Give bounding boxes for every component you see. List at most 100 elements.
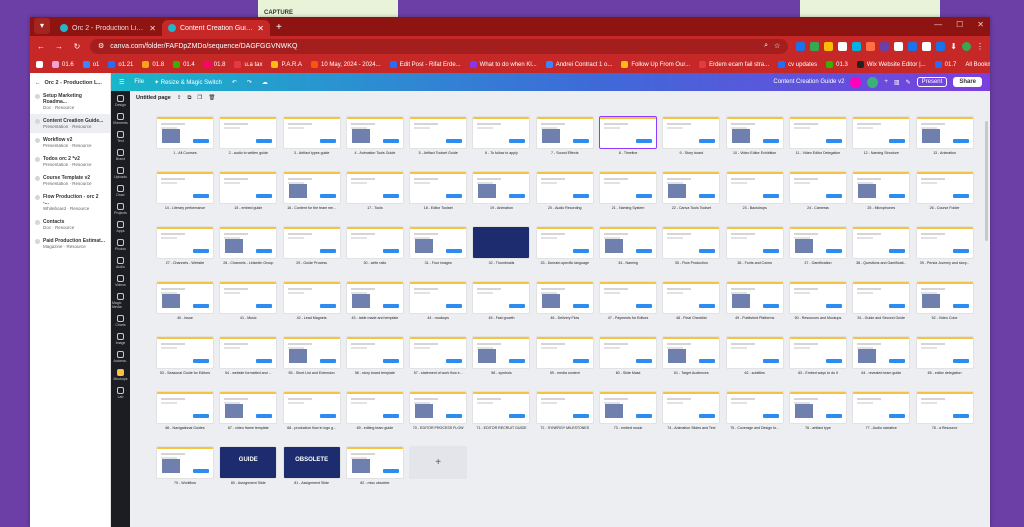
page-thumbnail[interactable]: 11 - Video Editor Delegation: [788, 116, 847, 156]
page-thumbnail[interactable]: 4 - Animation Tools Guide: [345, 116, 404, 156]
rail-item-elements[interactable]: Elements: [112, 113, 129, 125]
bookmark-star-icon[interactable]: ☆: [774, 42, 780, 50]
forward-icon[interactable]: →: [54, 42, 64, 51]
page-thumbnail[interactable]: 20 - Audio Recording: [535, 171, 594, 211]
rail-item-text[interactable]: Text: [112, 131, 129, 143]
rail-item-apps[interactable]: Apps: [112, 221, 129, 233]
bookmark-item[interactable]: 01.8: [142, 61, 164, 68]
page-thumbnail[interactable]: 10 - Video Editor Exhibition: [725, 116, 784, 156]
page-thumbnail[interactable]: 17 - Tools: [345, 171, 404, 211]
page-thumbnail[interactable]: 65 - editor delegation: [915, 336, 974, 376]
extension-icon[interactable]: [852, 41, 862, 51]
rail-item-brand[interactable]: Brand: [112, 149, 129, 161]
bookmark-item[interactable]: What to do when Kl...: [469, 61, 537, 68]
download-icon[interactable]: ⬇: [950, 42, 957, 51]
tab-content-guide[interactable]: Content Creation Guide v2 | Orc 2 ✕: [162, 20, 270, 36]
page-thumbnail[interactable]: 7 - Sound Effects: [535, 116, 594, 156]
page-thumbnail[interactable]: 48 - Final Checklist: [662, 281, 721, 321]
page-thumbnail[interactable]: 5 - Artifact Toolset Guide: [409, 116, 468, 156]
page-thumbnail[interactable]: 51 - Guide and Second Guide: [852, 281, 911, 321]
page-thumbnail[interactable]: 36 - Fonts and Colors: [725, 226, 784, 266]
page-thumbnail[interactable]: 52 - Video Color: [915, 281, 974, 321]
extension-icon[interactable]: [908, 41, 918, 51]
page-thumbnail[interactable]: 32 - Thumbnails: [472, 226, 531, 266]
page-thumbnail[interactable]: 60 - Slide Mask: [599, 336, 658, 376]
profile-avatar[interactable]: [962, 41, 971, 51]
bookmark-item[interactable]: cv updates: [778, 61, 817, 68]
page-thumbnail[interactable]: 56 - story board template: [345, 336, 404, 376]
page-thumbnail[interactable]: 49 - Published Platforms: [725, 281, 784, 321]
page-thumbnail[interactable]: 45 - Fast growth: [472, 281, 531, 321]
rail-item-charts[interactable]: Charts: [112, 315, 129, 327]
add-page-button[interactable]: +: [409, 446, 468, 486]
minimize-icon[interactable]: —: [934, 20, 942, 29]
page-thumbnail[interactable]: 73 - embed music: [599, 391, 658, 431]
folder-item[interactable]: Content Creation Guide... Presentation · …: [30, 114, 110, 133]
page-thumbnail[interactable]: 66 - Navigational Guides: [156, 391, 214, 431]
page-thumbnail[interactable]: 69 - editing team guide: [345, 391, 404, 431]
page-thumbnail[interactable]: 33 - Domain-specific language: [535, 226, 594, 266]
page-thumbnail[interactable]: 70 - EDITOR PROCESS FLOW: [409, 391, 468, 431]
page-thumbnail[interactable]: 9 - Story board: [662, 116, 721, 156]
page-thumbnail[interactable]: 25 - Microphones: [852, 171, 911, 211]
page-thumbnail[interactable]: 72 - SYNERGY MILESTONES: [535, 391, 594, 431]
page-thumbnail[interactable]: 53 - Seasonal Guide for Editors: [156, 336, 214, 376]
page-thumbnail[interactable]: 50 - Resources and Mockups: [788, 281, 847, 321]
rail-item-draw[interactable]: Draw: [112, 185, 129, 197]
bookmark-item[interactable]: u.a tax: [234, 61, 262, 68]
file-menu[interactable]: File: [134, 79, 144, 85]
page-thumbnail[interactable]: 14 - Literary performance: [156, 171, 214, 211]
bookmark-item[interactable]: 01.3: [826, 61, 848, 68]
page-thumbnail[interactable]: 57 - statement of work flow e...: [409, 336, 468, 376]
page-thumbnail[interactable]: 74 - Animation Slides and Text: [662, 391, 721, 431]
folder-item[interactable]: Setup Marketing Roadma... Doc · Resource: [30, 89, 110, 114]
page-thumbnail[interactable]: 2 - audio to written guide: [219, 116, 278, 156]
page-thumbnail[interactable]: 71 - EDITOR RECRUIT GUIDE: [472, 391, 531, 431]
extension-icon[interactable]: [936, 41, 946, 51]
page-thumbnail[interactable]: 23 - Backdrops: [725, 171, 784, 211]
folder-item[interactable]: Todos orc 2 *v2 Presentation · Resource: [30, 152, 110, 171]
page-thumbnail[interactable]: 37 - Gamification: [788, 226, 847, 266]
resize-button[interactable]: ✦ Resize & Magic Switch: [154, 79, 222, 86]
document-title[interactable]: Content Creation Guide v2: [773, 79, 844, 85]
page-thumbnail[interactable]: 61 - Target Audiences: [662, 336, 721, 376]
folder-item[interactable]: Course Template v2 Presentation · Resourc…: [30, 171, 110, 190]
page-thumbnail[interactable]: 63 - Embed ways to do it: [788, 336, 847, 376]
rail-item-magic-media[interactable]: Magic Media: [112, 293, 129, 309]
page-thumbnail[interactable]: OBSOLETE 81 - Assignment Slide: [282, 446, 341, 486]
scrollbar[interactable]: [985, 121, 988, 241]
page-thumbnail[interactable]: 15 - embed guide: [219, 171, 278, 211]
duplicate-icon[interactable]: ⧉: [187, 95, 191, 102]
reload-icon[interactable]: ↻: [72, 42, 82, 51]
rail-item-mockups[interactable]: Mockups: [112, 369, 129, 381]
page-thumbnail[interactable]: 28 - Channels - LinkedIn Group: [219, 226, 278, 266]
close-icon[interactable]: ✕: [149, 24, 156, 33]
page-thumbnail[interactable]: 79 - Workflow: [156, 446, 214, 486]
rail-item-projects[interactable]: Projects: [112, 203, 129, 215]
rail-item-image[interactable]: Image: [112, 333, 129, 345]
page-thumbnail[interactable]: 29 - Guide Process: [282, 226, 341, 266]
rail-item-videos[interactable]: Videos: [112, 275, 129, 287]
bookmark-item[interactable]: 10 May, 2024 - 2024...: [311, 61, 381, 68]
page-thumbnail[interactable]: 34 - Naming: [599, 226, 658, 266]
extension-icon[interactable]: [880, 41, 890, 51]
bookmark-item[interactable]: Erdem ecam fail stra...: [699, 61, 769, 68]
page-thumbnail[interactable]: 8 - Timeline: [599, 116, 658, 156]
tab-orc2[interactable]: Orc 2 - Production Line Environment ✕: [54, 20, 162, 36]
zoom-icon[interactable]: ⌕: [764, 42, 768, 50]
rail-item-automa-[interactable]: Automa..: [112, 351, 129, 363]
page-thumbnail[interactable]: 64 - revealed team guide: [852, 336, 911, 376]
tab-search-icon[interactable]: ▾: [34, 18, 50, 34]
bookmark-item[interactable]: 01.4: [173, 61, 195, 68]
page-thumbnail[interactable]: 16 - Content for the team me...: [282, 171, 341, 211]
page-thumbnail[interactable]: 21 - Naming System: [599, 171, 658, 211]
bookmark-item[interactable]: P.A.R.A: [271, 61, 302, 68]
bookmark-item[interactable]: Wix Website Editor |...: [856, 61, 926, 68]
page-thumbnail[interactable]: 41 - Music: [219, 281, 278, 321]
site-info-icon[interactable]: ⚙: [98, 42, 104, 50]
trash-icon[interactable]: 🗑: [208, 95, 215, 101]
page-thumbnail[interactable]: 19 - Animation: [472, 171, 531, 211]
page-thumbnail[interactable]: 55 - Short List and Extension: [282, 336, 341, 376]
page-thumbnail[interactable]: 38 - Questions and Gamificati...: [852, 226, 911, 266]
folder-item[interactable]: Workflow v2 Presentation · Resource: [30, 133, 110, 152]
